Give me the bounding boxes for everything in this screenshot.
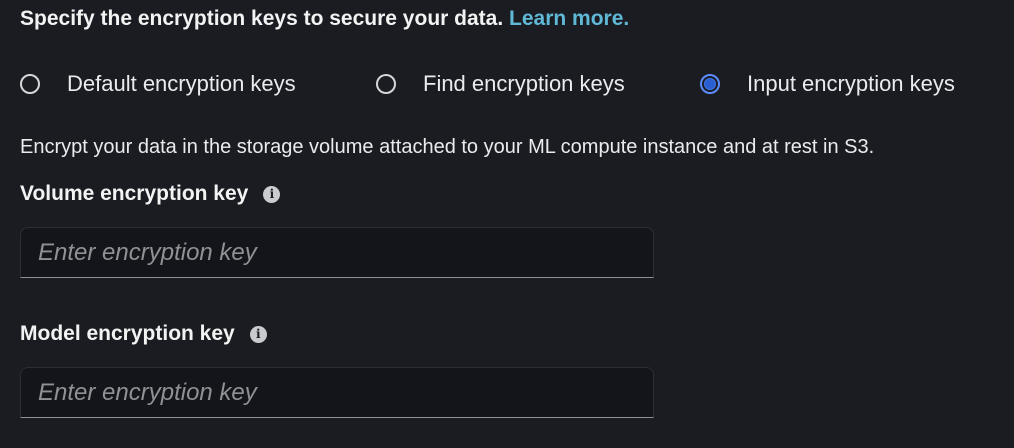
heading-text: Specify the encryption keys to secure yo… [20,7,504,30]
learn-more-link[interactable]: Learn more. [509,7,629,30]
radio-selected-icon[interactable] [700,74,720,94]
encryption-description: Encrypt your data in the storage volume … [20,136,875,158]
radio-unselected-icon[interactable] [376,74,396,94]
radio-label-default: Default encryption keys [67,71,296,96]
section-heading: Specify the encryption keys to secure yo… [20,7,629,31]
model-key-label-text: Model encryption key [20,322,235,345]
info-icon[interactable]: i [263,185,281,203]
model-encryption-key-input[interactable] [20,367,654,418]
radio-label-find: Find encryption keys [423,71,625,96]
model-encryption-key-label: Model encryption key i [20,322,267,346]
radio-find-encryption-keys[interactable]: Find encryption keys [376,68,625,100]
encryption-key-radio-group: Default encryption keys Find encryption … [20,68,1000,100]
info-icon[interactable]: i [249,325,267,343]
volume-key-label-text: Volume encryption key [20,182,249,205]
radio-input-encryption-keys[interactable]: Input encryption keys [700,68,955,100]
radio-default-encryption-keys[interactable]: Default encryption keys [20,68,296,100]
radio-unselected-icon[interactable] [20,74,40,94]
volume-encryption-key-label: Volume encryption key i [20,182,281,206]
volume-encryption-key-input[interactable] [20,227,654,278]
radio-label-input: Input encryption keys [747,71,955,96]
